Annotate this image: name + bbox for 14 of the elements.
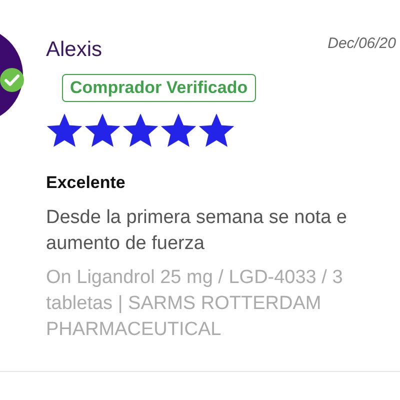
star-icon <box>160 112 197 149</box>
review-text: aumento de fuerza <box>46 232 206 256</box>
review-date: Dec/06/20 <box>328 35 396 52</box>
product-name: tabletas | SARMS ROTTERDAM <box>46 292 322 316</box>
review-text: Desde la primera semana se nota e <box>46 206 348 230</box>
product-name: PHARMACEUTICAL <box>46 318 222 342</box>
product-name: On Ligandrol 25 mg / LGD-4033 / 3 <box>46 266 344 290</box>
star-icon <box>46 112 83 149</box>
star-icon <box>122 112 159 149</box>
star-icon <box>198 112 235 149</box>
review-title: Excelente <box>46 173 126 193</box>
reviewer-name: Alexis <box>46 37 102 63</box>
verified-buyer-badge: Comprador Verificado <box>62 74 256 102</box>
star-icon <box>84 112 121 149</box>
